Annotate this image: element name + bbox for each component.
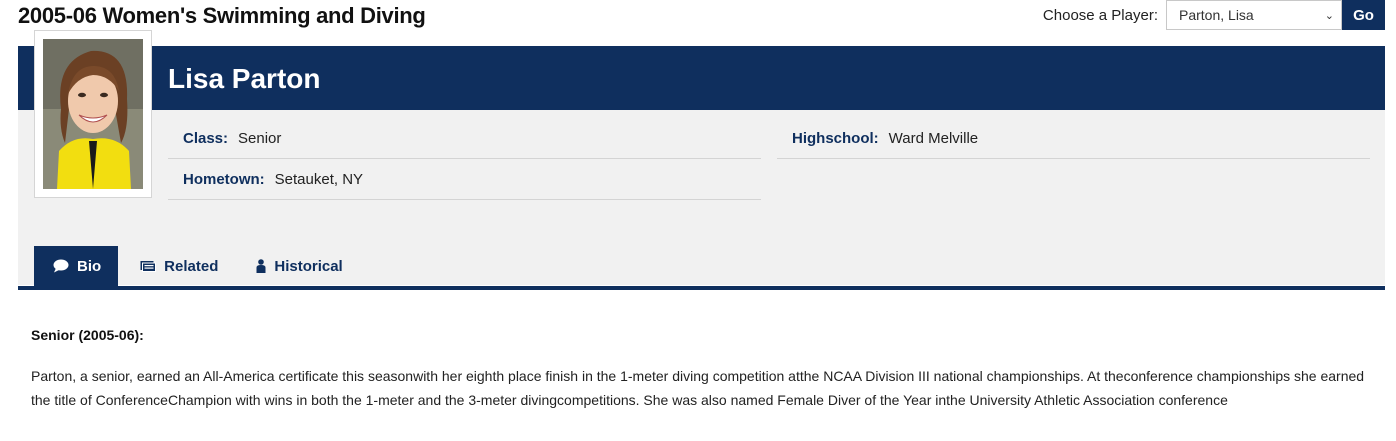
player-select-value: Parton, Lisa xyxy=(1179,7,1254,23)
person-icon xyxy=(256,259,266,273)
chevron-down-icon: ⌄ xyxy=(1324,9,1334,22)
player-headshot-frame xyxy=(34,30,152,198)
bio-text: Parton, a senior, earned an All-America … xyxy=(31,368,1365,408)
bio-heading: Senior (2005-06): xyxy=(31,327,144,343)
page-title: 2005-06 Women's Swimming and Diving xyxy=(18,3,426,28)
class-field: Class: Senior xyxy=(168,118,761,159)
choose-player-label: Choose a Player: xyxy=(1042,6,1158,24)
hometown-field: Hometown: Setauket, NY xyxy=(168,159,761,200)
tab-bio-label: Bio xyxy=(77,257,102,275)
class-value: Senior xyxy=(238,129,282,147)
speech-bubble-icon xyxy=(53,259,69,273)
highschool-field: Highschool: Ward Melville xyxy=(777,118,1370,159)
hometown-label: Hometown: xyxy=(183,170,265,188)
highschool-label: Highschool: xyxy=(792,129,879,147)
player-chooser: Choose a Player: Parton, Lisa ⌄ Go xyxy=(1043,0,1385,30)
tab-divider xyxy=(18,286,1385,290)
tab-related-label: Related xyxy=(164,257,219,275)
tab-bio[interactable]: Bio xyxy=(34,246,119,286)
player-name: Lisa Parton xyxy=(168,63,321,94)
related-news-icon xyxy=(140,260,157,272)
hometown-value: Setauket, NY xyxy=(274,170,364,188)
player-select[interactable]: Parton, Lisa ⌄ xyxy=(1166,0,1342,30)
player-headshot xyxy=(43,39,143,189)
highschool-value: Ward Melville xyxy=(888,129,979,147)
tab-historical-label: Historical xyxy=(274,257,343,275)
player-header-bar: Lisa Parton xyxy=(18,46,1385,110)
tab-historical[interactable]: Historical xyxy=(240,246,358,286)
go-button[interactable]: Go xyxy=(1342,0,1385,30)
class-label: Class: xyxy=(183,129,229,147)
tab-related[interactable]: Related xyxy=(124,246,234,286)
profile-tabs: Bio Related Historical xyxy=(34,246,359,286)
